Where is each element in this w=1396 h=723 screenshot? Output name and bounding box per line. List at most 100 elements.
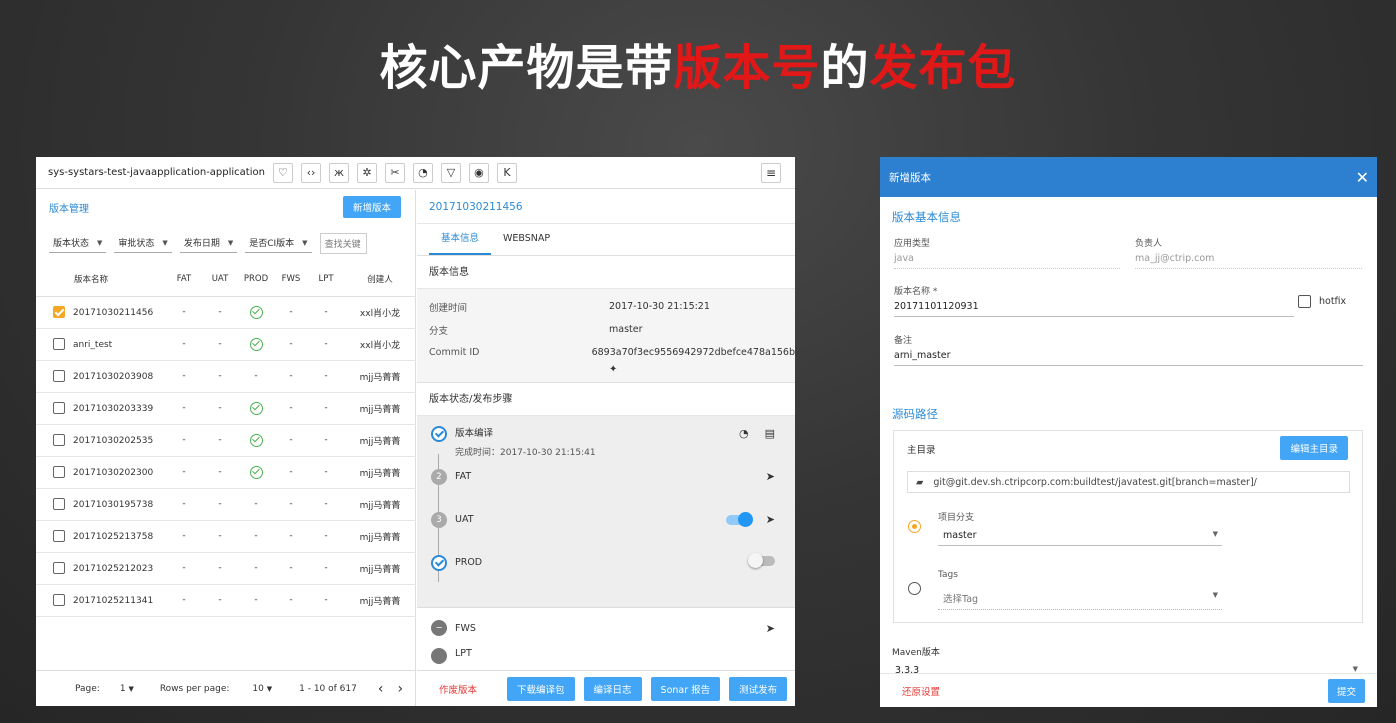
page-select[interactable]: 1 ▼ [120,684,134,694]
step-label: 版本编译 [455,428,494,439]
edit-main-dir-button[interactable]: 编辑主目录 [1280,436,1348,460]
step-uat: 3 UAT ➤ [431,511,795,555]
reset-button[interactable]: 还原设置 [902,684,940,698]
step-label: PROD [455,557,483,568]
cell-version-name[interactable]: 20171030195738 [36,488,166,521]
row-checkbox[interactable] [53,562,65,574]
remark-input[interactable]: arni_master [894,350,1363,366]
cell-version-name[interactable]: 20171030211456 [36,296,166,329]
table-row[interactable]: 20171030203908 - - - - - mjj马菁菁 [36,360,416,393]
test-release-button[interactable]: 测试发布 [729,676,788,701]
search-input[interactable]: 查找关键 [319,232,367,254]
download-package-button[interactable]: 下载编译包 [507,676,575,701]
row-checkbox[interactable] [53,530,65,542]
env-status: - [182,339,186,349]
cell-version-name[interactable]: 20171025212023 [36,552,166,585]
row-checkbox[interactable] [53,338,65,350]
prod-toggle[interactable] [748,553,775,568]
filter-version-status[interactable]: 版本状态 ▼ [49,233,107,253]
build-log-button[interactable]: 编译日志 [583,676,642,701]
next-page-icon[interactable]: › [397,681,403,697]
env-status: - [182,499,186,509]
col-fat[interactable]: FAT [166,262,202,297]
heart-icon[interactable]: ♡ [272,162,293,183]
cell-version-name[interactable]: 20171030203339 [36,392,166,425]
remark-field[interactable]: 备注 arni_master [894,333,1363,366]
table-row[interactable]: 20171030202535 - - - - mjj马菁菁 [36,424,416,457]
version-name-field[interactable]: 版本名称 * 20171101120931 [894,284,1294,317]
fox-icon[interactable]: ▽ [440,162,461,183]
col-creator[interactable]: 创建人 [344,262,416,297]
filter-approval-status[interactable]: 审批状态 ▼ [114,233,172,253]
table-row[interactable]: 20171025211341 - - - - - mjj马菁菁 [36,584,416,617]
sonar-report-button[interactable]: Sonar 报告 [650,676,721,701]
table-row[interactable]: 20171025212023 - - - - - mjj马菁菁 [36,552,416,585]
rows-per-page-select[interactable]: 10 ▼ [252,684,272,694]
branch-radio[interactable] [908,520,921,533]
table-row[interactable]: 20171030211456 - - - - xxl肖小龙 [36,296,416,329]
beacon-icon[interactable]: ◔ [412,162,433,183]
tab-basic-info[interactable]: 基本信息 [429,224,492,255]
row-checkbox[interactable] [53,306,65,318]
app-type-value: java [894,253,1120,269]
version-name-input[interactable]: 20171101120931 [894,301,1294,317]
document-icon[interactable]: ▤ [765,427,775,440]
cell-lpt: - [308,424,344,457]
bug-icon[interactable]: ✲ [356,162,377,183]
branch-select[interactable]: master ▼ [938,526,1222,546]
col-uat[interactable]: UAT [202,262,238,297]
row-checkbox[interactable] [53,370,65,382]
cell-version-name[interactable]: 20171030202535 [36,424,166,457]
checkbox-icon[interactable] [1298,295,1311,308]
cell-version-name[interactable]: 20171025213758 [36,520,166,553]
row-checkbox[interactable] [53,498,65,510]
abandon-version-button[interactable]: 作废版本 [439,682,477,696]
send-icon[interactable]: ➤ [766,513,775,526]
page-label: Page: [75,683,100,694]
butterfly-icon[interactable]: ж [328,162,349,183]
cell-version-name[interactable]: anri_test [36,328,166,361]
cell-lpt: - [308,552,344,585]
col-version-name[interactable]: 版本名称 [36,262,166,297]
hotfix-checkbox[interactable]: hotfix [1298,295,1346,308]
new-version-button[interactable]: 新增版本 [342,196,401,218]
row-checkbox[interactable] [53,466,65,478]
info-key: 分支 [429,325,449,337]
gitlab-icon[interactable]: ✦ [429,364,795,375]
info-row: 分支 master [429,318,795,341]
table-row[interactable]: 20171025213758 - - - - - mjj马菁菁 [36,520,416,553]
table-row[interactable]: 20171030203339 - - - - mjj马菁菁 [36,392,416,425]
eye-icon[interactable]: ◉ [468,162,489,183]
cell-uat: - [202,424,238,457]
col-prod[interactable]: PROD [238,262,274,297]
row-checkbox[interactable] [53,594,65,606]
scissors-icon[interactable]: ✂ [384,162,405,183]
uat-toggle[interactable] [725,511,753,527]
tags-radio[interactable] [908,582,921,595]
table-row[interactable]: 20171030202300 - - - - mjj马菁菁 [36,456,416,489]
filter-release-date[interactable]: 发布日期 ▼ [179,233,238,253]
row-checkbox[interactable] [53,434,65,446]
close-icon[interactable]: ✕ [1356,168,1369,187]
cell-fws: - [274,456,308,489]
table-row[interactable]: anri_test - - - - xxl肖小龙 [36,328,416,361]
cell-version-name[interactable]: 20171030202300 [36,456,166,489]
submit-button[interactable]: 提交 [1327,678,1365,703]
filter-ci-version[interactable]: 是否CI版本 ▼ [245,233,312,253]
send-icon[interactable]: ➤ [766,622,775,635]
send-icon[interactable]: ➤ [766,470,775,483]
code-icon[interactable]: ‹› [300,162,321,183]
k-icon[interactable]: K [496,162,517,183]
tab-websnap[interactable]: WEBSNAP [491,224,562,255]
cell-version-name[interactable]: 20171030203908 [36,360,166,393]
col-fws[interactable]: FWS [274,262,308,297]
tags-select[interactable]: 选择Tag ▼ [938,587,1222,610]
col-lpt[interactable]: LPT [308,262,344,297]
hamburger-icon[interactable]: ≡ [761,163,781,183]
row-checkbox[interactable] [53,402,65,414]
title-text-4: 发布包 [869,40,1017,96]
beacon-icon[interactable]: ◔ [739,427,749,440]
table-row[interactable]: 20171030195738 - - - - - mjj马菁菁 [36,488,416,521]
cell-version-name[interactable]: 20171025211341 [36,584,166,617]
prev-page-icon[interactable]: ‹ [378,681,384,697]
